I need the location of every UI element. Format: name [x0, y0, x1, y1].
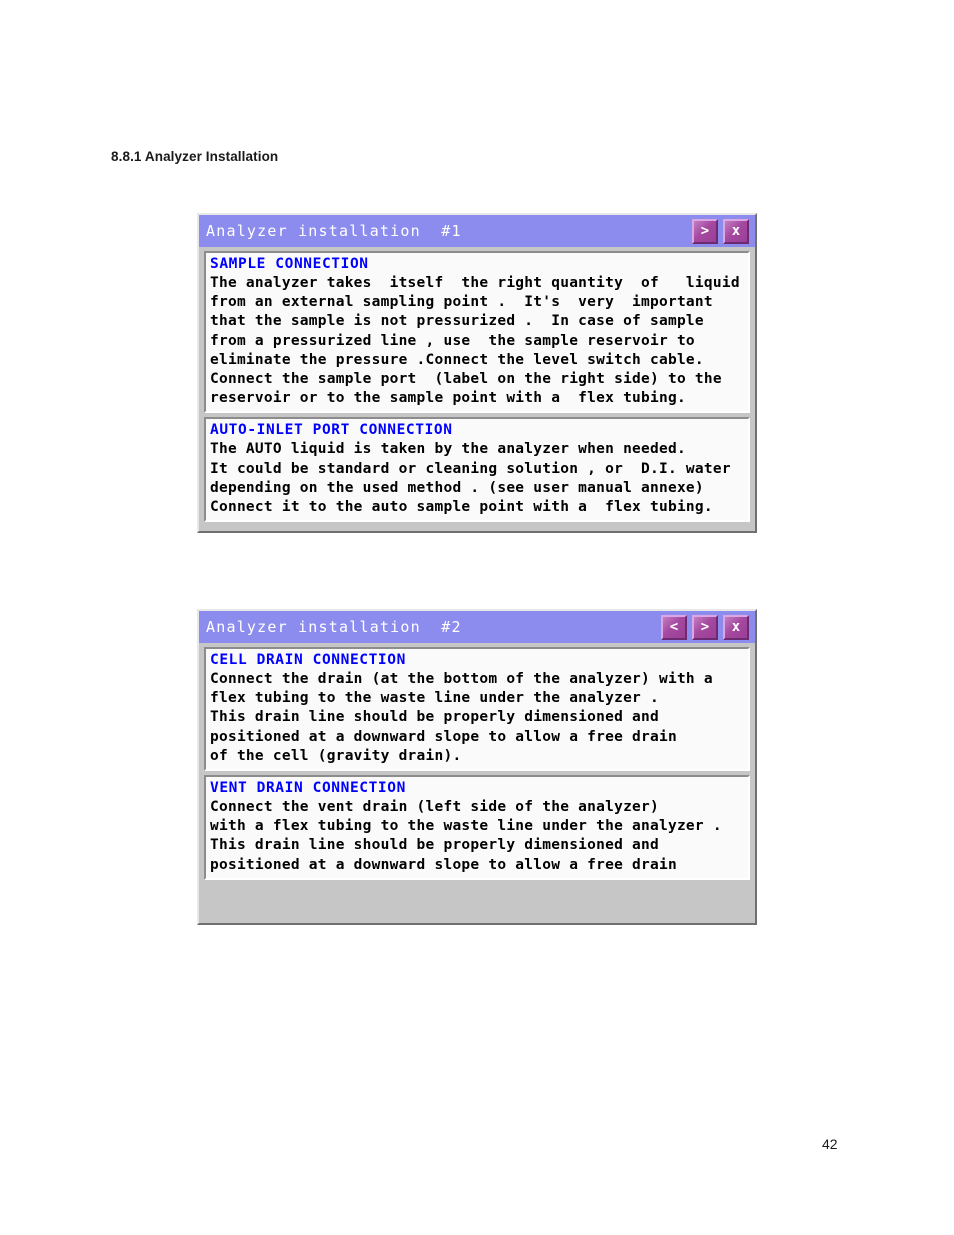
titlebar-button-group: < > x	[661, 614, 752, 640]
panel-body-text: The AUTO liquid is taken by the analyzer…	[210, 441, 731, 516]
next-page-button-icon[interactable]: >	[692, 614, 718, 640]
titlebar: Analyzer installation #2 < > x	[199, 611, 755, 643]
page-number: 42	[822, 1136, 838, 1152]
titlebar: Analyzer installation #1 > x	[199, 215, 755, 247]
section-heading: 8.8.1 Analyzer Installation	[111, 149, 279, 164]
panel-heading: SAMPLE CONNECTION	[210, 256, 369, 272]
dialog-body: CELL DRAIN CONNECTION Connect the drain …	[199, 643, 755, 923]
panel-vent-drain-connection: VENT DRAIN CONNECTION Connect the vent d…	[204, 775, 750, 880]
panel-body-text: Connect the vent drain (left side of the…	[210, 799, 722, 873]
titlebar-title: Analyzer installation #2	[206, 618, 462, 636]
previous-page-button-icon[interactable]: <	[661, 614, 687, 640]
titlebar-button-group: > x	[692, 218, 752, 244]
dialog-window-analyzer-installation-1: Analyzer installation #1 > x SAMPLE CONN…	[197, 213, 757, 533]
panel-auto-inlet-port-connection: AUTO-INLET PORT CONNECTION The AUTO liqu…	[204, 417, 750, 523]
panel-heading: AUTO-INLET PORT CONNECTION	[210, 422, 453, 439]
panel-sample-connection: SAMPLE CONNECTION The analyzer takes its…	[204, 251, 750, 414]
panel-body-text: Connect the drain (at the bottom of the …	[210, 671, 713, 764]
dialog-window-analyzer-installation-2: Analyzer installation #2 < > x CELL DRAI…	[197, 609, 757, 925]
panel-body-text: The analyzer takes itself the right quan…	[210, 275, 740, 407]
dialog-body: SAMPLE CONNECTION The analyzer takes its…	[199, 247, 755, 531]
next-page-button-icon[interactable]: >	[692, 218, 718, 244]
close-button-icon[interactable]: x	[723, 614, 749, 640]
panel-heading: CELL DRAIN CONNECTION	[210, 652, 406, 668]
close-button-icon[interactable]: x	[723, 218, 749, 244]
panel-heading: VENT DRAIN CONNECTION	[210, 780, 406, 797]
titlebar-title: Analyzer installation #1	[206, 222, 462, 240]
panel-cell-drain-connection: CELL DRAIN CONNECTION Connect the drain …	[204, 647, 750, 772]
